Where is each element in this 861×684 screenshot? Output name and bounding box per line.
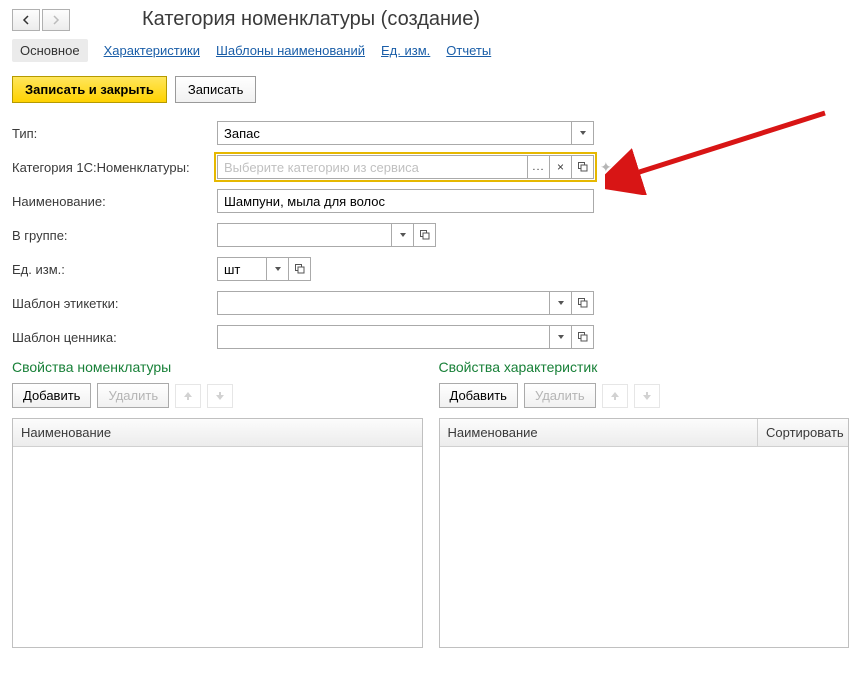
ellipsis-icon: ... [532, 161, 544, 173]
chevron-down-icon [558, 335, 564, 339]
open-external-icon [295, 264, 305, 274]
chevron-down-icon [275, 267, 281, 271]
unit-input[interactable] [217, 257, 267, 281]
type-input[interactable] [217, 121, 572, 145]
save-button[interactable]: Записать [175, 76, 257, 103]
chevron-down-icon [580, 131, 586, 135]
unit-label: Ед. изм.: [12, 262, 217, 277]
open-external-icon [578, 332, 588, 342]
tab-naming-templates[interactable]: Шаблоны наименований [216, 43, 365, 58]
char-delete-button[interactable]: Удалить [524, 383, 596, 408]
group-input[interactable] [217, 223, 392, 247]
nom-grid-body[interactable] [13, 447, 422, 647]
name-label: Наименование: [12, 194, 217, 209]
tab-units[interactable]: Ед. изм. [381, 43, 430, 58]
nav-forward-button[interactable] [42, 9, 70, 31]
unit-open-button[interactable] [289, 257, 311, 281]
open-external-icon [578, 298, 588, 308]
group-label: В группе: [12, 228, 217, 243]
nom-move-up-button[interactable] [175, 384, 201, 408]
char-col-sort[interactable]: Сортировать [758, 419, 848, 446]
arrow-up-icon [183, 391, 193, 401]
arrow-down-icon [215, 391, 225, 401]
annotation-arrow [605, 105, 835, 195]
char-move-down-button[interactable] [634, 384, 660, 408]
type-dropdown-button[interactable] [572, 121, 594, 145]
category-1c-clear-button[interactable]: × [550, 155, 572, 179]
nom-add-button[interactable]: Добавить [12, 383, 91, 408]
sync-icon[interactable]: ✦ [600, 159, 612, 176]
chevron-down-icon [558, 301, 564, 305]
label-template-dropdown-button[interactable] [550, 291, 572, 315]
price-template-open-button[interactable] [572, 325, 594, 349]
close-icon: × [557, 160, 564, 174]
tab-bar: Основное Характеристики Шаблоны наименов… [12, 39, 849, 62]
char-add-button[interactable]: Добавить [439, 383, 518, 408]
group-open-button[interactable] [414, 223, 436, 247]
nom-delete-button[interactable]: Удалить [97, 383, 169, 408]
label-template-label: Шаблон этикетки: [12, 296, 217, 311]
nom-move-down-button[interactable] [207, 384, 233, 408]
label-template-open-button[interactable] [572, 291, 594, 315]
open-external-icon [578, 162, 588, 172]
type-label: Тип: [12, 126, 217, 141]
label-template-input[interactable] [217, 291, 550, 315]
tab-characteristics[interactable]: Характеристики [104, 43, 200, 58]
unit-dropdown-button[interactable] [267, 257, 289, 281]
nom-props-title: Свойства номенклатуры [12, 359, 423, 375]
price-template-label: Шаблон ценника: [12, 330, 217, 345]
nom-col-name[interactable]: Наименование [13, 419, 422, 446]
tab-main[interactable]: Основное [12, 39, 88, 62]
open-external-icon [420, 230, 430, 240]
name-input[interactable] [217, 189, 594, 213]
tab-reports[interactable]: Отчеты [446, 43, 491, 58]
page-title: Категория номенклатуры (создание) [142, 8, 480, 31]
category-1c-open-button[interactable] [572, 155, 594, 179]
save-and-close-button[interactable]: Записать и закрыть [12, 76, 167, 103]
nav-back-button[interactable] [12, 9, 40, 31]
arrow-up-icon [610, 391, 620, 401]
group-dropdown-button[interactable] [392, 223, 414, 247]
price-template-dropdown-button[interactable] [550, 325, 572, 349]
char-props-grid[interactable]: Наименование Сортировать [439, 418, 850, 648]
category-1c-pick-button[interactable]: ... [528, 155, 550, 179]
nom-props-grid[interactable]: Наименование [12, 418, 423, 648]
char-props-title: Свойства характеристик [439, 359, 850, 375]
price-template-input[interactable] [217, 325, 550, 349]
arrow-down-icon [642, 391, 652, 401]
char-move-up-button[interactable] [602, 384, 628, 408]
char-col-name[interactable]: Наименование [440, 419, 759, 446]
chevron-down-icon [400, 233, 406, 237]
category-1c-input[interactable] [217, 155, 528, 179]
category-1c-label: Категория 1С:Номенклатуры: [12, 160, 217, 175]
char-grid-body[interactable] [440, 447, 849, 647]
